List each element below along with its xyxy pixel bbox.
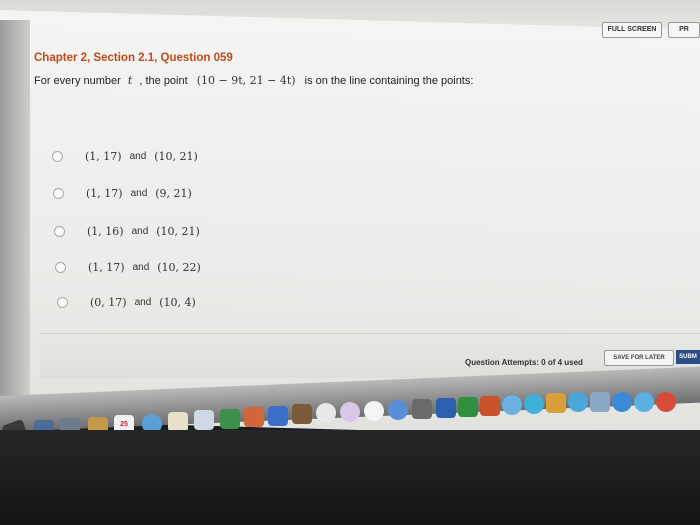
submit-answer-button[interactable]: SUBM	[676, 350, 700, 364]
word-icon[interactable]	[436, 398, 456, 418]
app-icon[interactable]	[656, 392, 676, 412]
and-label: and	[129, 151, 147, 162]
keynote-icon[interactable]	[268, 406, 288, 426]
save-for-later-button[interactable]: SAVE FOR LATER	[604, 350, 674, 366]
photo-booth-icon[interactable]	[292, 404, 312, 424]
answer-option-3[interactable]: (1, 16) and (10, 21)	[54, 225, 200, 238]
chrome-icon[interactable]	[364, 401, 384, 421]
radio-button[interactable]	[55, 262, 66, 273]
messages-icon[interactable]	[524, 394, 544, 414]
answer-option-4[interactable]: (1, 17) and (10, 22)	[55, 261, 201, 274]
settings-icon[interactable]	[412, 399, 432, 419]
app-icon[interactable]	[634, 392, 654, 412]
dock: 25	[0, 392, 700, 446]
attempts-counter: Question Attempts: 0 of 4 used	[465, 358, 583, 367]
radio-button[interactable]	[52, 151, 63, 162]
maps-icon[interactable]	[220, 409, 240, 429]
point-a: (1, 17)	[88, 261, 125, 274]
question-title: Chapter 2, Section 2.1, Question 059	[34, 52, 233, 64]
point-a: (1, 17)	[86, 187, 123, 200]
desk-background	[0, 430, 700, 525]
options-divider	[40, 333, 700, 334]
point-a: (1, 16)	[87, 225, 124, 238]
assignment-toolbar: FULL SCREEN PR	[16, 22, 700, 44]
itunes-icon[interactable]	[316, 403, 336, 423]
excel-icon[interactable]	[458, 397, 478, 417]
powerpoint-icon[interactable]	[480, 396, 500, 416]
music-icon[interactable]	[340, 402, 360, 422]
and-label: and	[131, 226, 149, 237]
answer-option-2[interactable]: (1, 17) and (9, 21)	[53, 187, 192, 200]
point-expression: (10 − 9t, 21 − 4t)	[196, 74, 296, 87]
question-panel: Chapter 2, Section 2.1, Question 059 For…	[34, 52, 684, 87]
prompt-text-start: For every number	[34, 75, 121, 87]
reminders-icon[interactable]	[194, 410, 214, 430]
point-b: (10, 4)	[159, 296, 196, 309]
app-store-icon[interactable]	[388, 400, 408, 420]
radio-button[interactable]	[57, 297, 68, 308]
skype-icon[interactable]	[546, 393, 566, 413]
prompt-text-middle: , the point	[139, 75, 188, 87]
and-label: and	[132, 262, 150, 273]
prompt-text-end: is on the line containing the points:	[304, 75, 474, 87]
point-a: (0, 17)	[90, 296, 127, 309]
full-screen-button[interactable]: FULL SCREEN	[602, 22, 662, 38]
point-b: (9, 21)	[155, 187, 192, 200]
point-b: (10, 22)	[157, 261, 201, 274]
point-b: (10, 21)	[156, 225, 200, 238]
window-left-edge	[0, 20, 30, 420]
print-button[interactable]: PR	[668, 22, 700, 38]
twitter-icon[interactable]	[568, 392, 588, 412]
and-label: and	[134, 297, 152, 308]
facetime-icon[interactable]	[502, 395, 522, 415]
point-a: (1, 17)	[85, 150, 122, 163]
question-prompt: For every number t , the point (10 − 9t,…	[34, 74, 684, 87]
point-b: (10, 21)	[154, 150, 198, 163]
books-icon[interactable]	[244, 407, 264, 427]
contacts-icon[interactable]	[168, 412, 188, 432]
and-label: and	[130, 188, 148, 199]
answer-option-1[interactable]: (1, 17) and (10, 21)	[52, 150, 198, 163]
radio-button[interactable]	[53, 188, 64, 199]
variable-t: t	[127, 74, 133, 87]
preview-icon[interactable]	[590, 392, 610, 412]
app-icon[interactable]	[612, 392, 632, 412]
radio-button[interactable]	[54, 226, 65, 237]
answer-option-5[interactable]: (0, 17) and (10, 4)	[57, 296, 196, 309]
